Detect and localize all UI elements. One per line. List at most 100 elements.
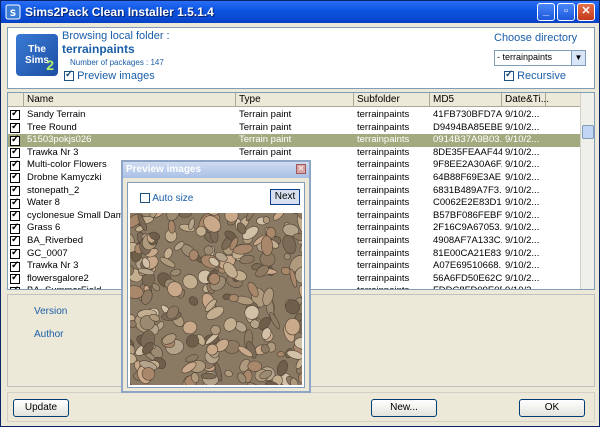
window-title: Sims2Pack Clean Installer 1.5.1.4: [25, 5, 214, 19]
recursive-label: Recursive: [517, 70, 566, 82]
row-check-cell[interactable]: [10, 160, 20, 172]
list-scrollbar[interactable]: [580, 93, 594, 289]
preview-close-icon[interactable]: ✕: [296, 164, 306, 174]
row-check-cell[interactable]: [10, 286, 20, 289]
header-panel: The Sims 2 Browsing local folder : terra…: [7, 27, 595, 89]
auto-size-checkbox[interactable]: [140, 193, 150, 204]
row-checkbox[interactable]: [10, 173, 20, 184]
row-checkbox[interactable]: [10, 261, 20, 272]
list-header: Name Type Subfolder MD5 Date&Ti...: [8, 93, 580, 107]
cell-subfolder: terrainpaints: [357, 235, 410, 246]
column-header-type[interactable]: Type: [236, 93, 354, 107]
table-row[interactable]: Trawka Nr 3 Terrain paint terrainpaints 8DE…: [8, 147, 580, 160]
cell-type: Terrain paint: [239, 109, 292, 120]
chevron-down-icon[interactable]: ▼: [571, 51, 585, 65]
scrollbar-thumb[interactable]: [582, 125, 594, 139]
cell-date: 9/10/2...: [505, 247, 540, 259]
row-check-cell[interactable]: [10, 173, 20, 185]
table-row[interactable]: Tree Round Terrain paint terrainpaints D949…: [8, 122, 580, 135]
cell-subfolder: terrainpaints: [357, 272, 410, 284]
cell-md5: A07E69510668...: [433, 260, 502, 272]
cell-date: 9/10/2...: [505, 209, 540, 221]
next-button[interactable]: Next: [270, 189, 300, 205]
row-check-cell[interactable]: [10, 148, 20, 160]
browse-label: Browsing local folder :: [62, 30, 170, 42]
recursive-toggle[interactable]: Recursive: [504, 69, 566, 82]
cell-name: Trawka Nr 3: [27, 146, 79, 158]
row-checkbox[interactable]: [10, 274, 20, 285]
directory-select[interactable]: - terrainpaints ▼: [494, 50, 586, 66]
cell-type: Terrain paint: [239, 134, 292, 146]
maximize-button[interactable]: ▫: [557, 3, 575, 21]
row-checkbox[interactable]: [10, 135, 20, 146]
row-checkbox[interactable]: [10, 186, 20, 197]
cell-date: 9/10/2...: [505, 172, 540, 183]
row-checkbox[interactable]: [10, 211, 20, 222]
column-header-name[interactable]: Name: [24, 93, 236, 107]
row-checkbox[interactable]: [10, 160, 20, 171]
cell-date: 9/10/2...: [505, 222, 540, 234]
cell-date: 9/10/2...: [505, 109, 540, 120]
row-checkbox[interactable]: [10, 223, 20, 234]
preview-images-label: Preview images: [77, 70, 155, 82]
row-check-cell[interactable]: [10, 249, 20, 261]
pebble-texture: [130, 213, 302, 385]
row-check-cell[interactable]: [10, 261, 20, 273]
svg-text:S: S: [10, 9, 16, 19]
preview-images-checkbox[interactable]: [64, 69, 74, 82]
ok-button[interactable]: OK: [519, 399, 585, 417]
row-checkbox[interactable]: [10, 110, 20, 121]
update-button[interactable]: Update: [13, 399, 69, 417]
column-header-md5[interactable]: MD5: [430, 93, 502, 107]
cell-md5: 9F8EE2A30A6F...: [433, 159, 502, 171]
row-check-cell[interactable]: [10, 123, 20, 135]
author-label: Author: [34, 329, 64, 340]
row-check-cell[interactable]: [10, 274, 20, 286]
logo-number: 2: [46, 57, 54, 73]
column-header-subfolder[interactable]: Subfolder: [354, 93, 430, 107]
cell-md5: D9494BA85EBE...: [433, 121, 502, 133]
folder-name: terrainpaints: [62, 42, 135, 56]
terrain-preview-image: [130, 213, 302, 385]
cell-md5: 41FB730BFD7A...: [433, 109, 502, 120]
cell-md5: 64B88F69E3AE...: [433, 172, 502, 183]
recursive-checkbox[interactable]: [504, 69, 514, 82]
cell-subfolder: terrainpaints: [357, 134, 410, 146]
cell-subfolder: terrainpaints: [357, 184, 410, 196]
row-check-cell[interactable]: [10, 223, 20, 235]
cell-date: 9/10/2...: [505, 134, 540, 146]
preview-images-toggle[interactable]: Preview images: [64, 69, 155, 82]
cell-name: Tree Round: [27, 121, 77, 133]
cell-date: 9/10/2...: [502, 285, 546, 289]
row-check-cell[interactable]: [10, 135, 20, 147]
cell-subfolder: terrainpaints: [357, 109, 410, 120]
cell-name: 51503pokjs026: [27, 134, 92, 146]
close-button[interactable]: ✕: [577, 3, 595, 21]
bottom-bar: [7, 392, 595, 422]
table-row[interactable]: Sandy Terrain Terrain paint terrainpaints 4…: [8, 109, 580, 122]
row-checkbox[interactable]: [10, 249, 20, 260]
row-checkbox[interactable]: [10, 286, 20, 289]
row-checkbox[interactable]: [10, 123, 20, 134]
row-checkbox[interactable]: [10, 148, 20, 159]
row-check-cell[interactable]: [10, 110, 20, 122]
column-header-date[interactable]: Date&Ti...: [502, 93, 549, 107]
row-checkbox[interactable]: [10, 198, 20, 209]
row-check-cell[interactable]: [10, 236, 20, 248]
cell-subfolder: terrainpaints: [357, 121, 410, 133]
auto-size-toggle[interactable]: Auto size: [140, 193, 193, 204]
cell-date: 9/10/2...: [505, 260, 540, 272]
cell-date: 9/10/2...: [505, 159, 540, 171]
row-check-cell[interactable]: [10, 186, 20, 198]
row-check-cell[interactable]: [10, 198, 20, 210]
cell-md5: B57BF086FEBF...: [433, 209, 502, 221]
row-checkbox[interactable]: [10, 236, 20, 247]
choose-directory-label: Choose directory: [494, 32, 578, 44]
minimize-button[interactable]: _: [537, 3, 555, 21]
header-check-col: [8, 93, 24, 107]
row-check-cell[interactable]: [10, 211, 20, 223]
cell-md5: 8DE35FEAAF44...: [433, 146, 502, 158]
table-row[interactable]: 51503pokjs026 Terrain paint terrainpaints 0…: [8, 134, 580, 147]
title-bar: S Sims2Pack Clean Installer 1.5.1.4 _ ▫ …: [1, 1, 599, 23]
new-button[interactable]: New...: [371, 399, 437, 417]
